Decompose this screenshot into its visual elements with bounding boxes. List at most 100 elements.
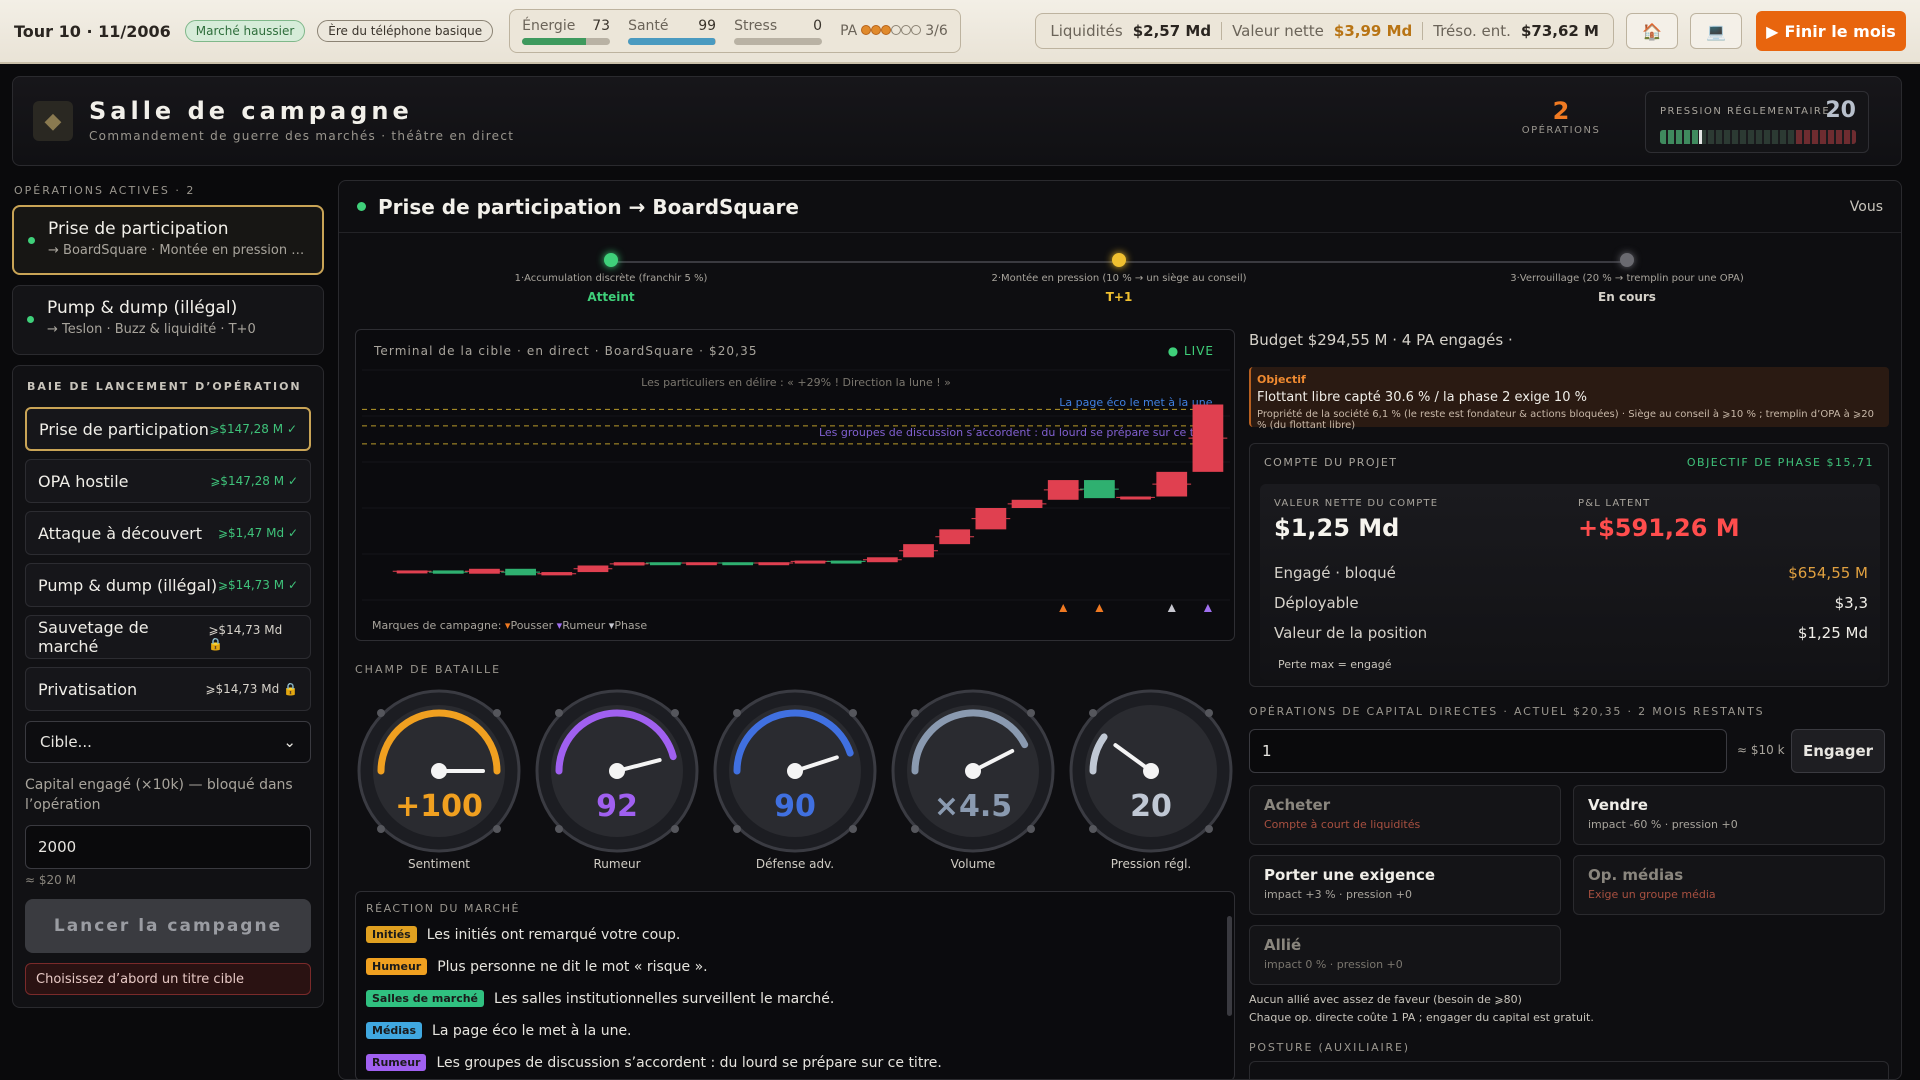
action-title: Vendre (1588, 796, 1648, 814)
quantity-input[interactable]: 1 (1249, 729, 1727, 773)
turn-indicator: Tour 10 · 11/2006 (14, 21, 171, 41)
action-points: PA 3/6 (840, 23, 948, 39)
objective-box: Objectif Flottant libre capté 30.6 % / l… (1249, 367, 1889, 431)
phase-dot (1620, 253, 1634, 267)
line-value: $654,55 M (1788, 564, 1868, 582)
pressure-value: 20 (1825, 98, 1856, 123)
line-key: Engagé · bloqué (1274, 564, 1396, 582)
gauge-5: 20 Pression régl. (1067, 689, 1235, 871)
phase-status: En cours (1598, 290, 1656, 304)
gauge-screw (911, 825, 919, 833)
home-button[interactable]: 🏠 (1626, 13, 1678, 49)
phase-status: Atteint (587, 290, 635, 304)
line-value: $1,25 Md (1797, 624, 1868, 642)
pressure-fill (1660, 130, 1700, 144)
op-subtitle: → BoardSquare · Montée en pression (10 %… (48, 243, 306, 258)
candle (794, 560, 826, 564)
active-op-pump[interactable]: Pump & dump (illégal) → Teslon · Buzz & … (12, 285, 324, 355)
pa-label: PA (840, 23, 858, 39)
computer-button[interactable]: 💻 (1690, 13, 1742, 49)
operations-count: 2 (1552, 97, 1570, 125)
sell-button[interactable]: Vendre impact -60 % · pression +0 (1573, 785, 1885, 845)
candle (1156, 471, 1188, 497)
objective-label: Objectif (1257, 373, 1306, 386)
ally-button[interactable]: Allié impact 0 % · pression +0 (1249, 925, 1561, 985)
home-icon: 🏠 (1642, 21, 1662, 41)
stat-health: Santé 99 (628, 17, 717, 45)
reaction-row: Médias La page éco le met à la une. (366, 1022, 632, 1039)
account-details: VALEUR NETTE DU COMPTE $1,25 Md P&L LATE… (1260, 484, 1880, 680)
campaign-marker (1203, 604, 1212, 612)
reaction-row: Salles de marché Les salles institutionne… (366, 990, 834, 1007)
phase-dot (1112, 253, 1126, 267)
stat-value: 99 (698, 17, 717, 34)
campaign-hostile-takeover[interactable]: OPA hostile ⩾$147,28 M ✓ (25, 459, 311, 503)
campaign-name: Prise de participation (39, 419, 209, 439)
demand-button[interactable]: Porter une exigence impact +3 % · pressio… (1249, 855, 1561, 915)
campaign-name: Pump & dump (illégal) (38, 575, 218, 595)
reaction-scrollbar[interactable] (1227, 916, 1232, 1016)
req-text: ⩾$14,73 Md (205, 682, 280, 696)
active-ops-header: OPÉRATIONS ACTIVES · 2 (14, 184, 196, 197)
campaign-name: OPA hostile (38, 471, 129, 491)
networth-label: Valeur nette (1232, 22, 1324, 40)
market-reaction: RÉACTION DU MARCHÉ Initiés Les initiés on… (355, 891, 1235, 1079)
gauge-value: 92 (596, 789, 638, 824)
reaction-row: Humeur Plus personne ne dit le mot « risq… (366, 958, 708, 975)
candle (1084, 480, 1115, 499)
candle (396, 570, 428, 574)
pnl-value: +$591,26 M (1578, 514, 1740, 542)
candle (758, 562, 790, 566)
computer-icon: 💻 (1706, 21, 1726, 41)
gauge-label: Défense adv. (755, 857, 835, 871)
operation-detail: Prise de participation → BoardSquare Vou… (338, 180, 1902, 1080)
phase-label: 1·Accumulation discrète (franchir 5 %) (514, 273, 708, 284)
gauge-dial (713, 689, 877, 853)
active-op-stake[interactable]: Prise de participation → BoardSquare · M… (12, 205, 324, 275)
phase-label: 3·Verrouillage (20 % → tremplin pour une… (1510, 273, 1744, 284)
campaign-stake[interactable]: Prise de participation ⩾$147,28 M ✓ (25, 407, 311, 451)
campaign-short-attack[interactable]: Attaque à découvert ⩾$1,47 Md ✓ (25, 511, 311, 555)
candle (541, 572, 573, 576)
posture-panel (1249, 1061, 1889, 1079)
line-key: Valeur de la position (1274, 624, 1428, 642)
account-note: Perte max = engagé (1278, 658, 1392, 671)
campaign-privatisation[interactable]: Privatisation ⩾$14,73 Md 🔒 (25, 667, 311, 711)
target-select[interactable]: Cible... ⌄ (25, 721, 311, 763)
candle (1192, 404, 1224, 472)
campaign-pump-dump[interactable]: Pump & dump (illégal) ⩾$14,73 M ✓ (25, 563, 311, 607)
project-account: COMPTE DU PROJET OBJECTIF DE PHASE $15,7… (1249, 443, 1889, 687)
error-message: Choisissez d’abord un titre cible (25, 963, 311, 995)
buy-button[interactable]: Acheter Compte à court de liquidités (1249, 785, 1561, 845)
operations-label: OPÉRATIONS (1521, 125, 1601, 136)
candle (649, 562, 681, 566)
legend-push: Pousser (510, 619, 554, 632)
pa-dot (871, 25, 882, 35)
networth-value: $3,99 Md (1333, 22, 1413, 40)
page-subtitle: Commandement de guerre des marchés · thé… (89, 129, 515, 143)
chart-annotation: Les groupes de discussion s’accordent : … (819, 426, 1216, 439)
media-op-button[interactable]: Op. médias Exige un groupe média (1573, 855, 1885, 915)
pnl-label: P&L LATENT (1578, 498, 1651, 509)
end-month-button[interactable]: ▶ Finir le mois (1756, 11, 1906, 51)
lock-icon: 🔒 (208, 637, 224, 651)
stat-energy: Énergie 73 (522, 18, 611, 45)
capital-input[interactable]: 2000 (25, 825, 311, 869)
lock-icon: 🔒 (283, 682, 298, 696)
campaign-marker (1095, 604, 1104, 612)
divider (1422, 22, 1424, 40)
reaction-row: Rumeur Les groupes de discussion s’accord… (366, 1054, 942, 1071)
chevron-down-icon: ⌄ (283, 733, 296, 751)
engage-button[interactable]: Engager (1791, 729, 1885, 773)
account-line: Valeur de la position $1,25 Md (1274, 624, 1868, 642)
gauge-4: ×4.5 Volume (889, 689, 1057, 871)
check-icon: ✓ (286, 422, 297, 436)
liquidity-value: $2,57 Md (1132, 22, 1212, 40)
launch-campaign-button[interactable]: Lancer la campagne (25, 899, 311, 953)
price-chart: T3T2T1Les particuliers en délire : « +29… (362, 369, 1230, 612)
player-stats: Énergie 73 Santé 99 Stress 0 PA 3/6 (509, 9, 961, 53)
gauge-hub (431, 763, 447, 779)
campaign-market-rescue[interactable]: Sauvetage de marché ⩾$14,73 Md 🔒 (25, 615, 311, 659)
campaign-marker (1059, 604, 1068, 612)
phase-1: 1·Accumulation discrète (franchir 5 %) A… (421, 253, 801, 304)
